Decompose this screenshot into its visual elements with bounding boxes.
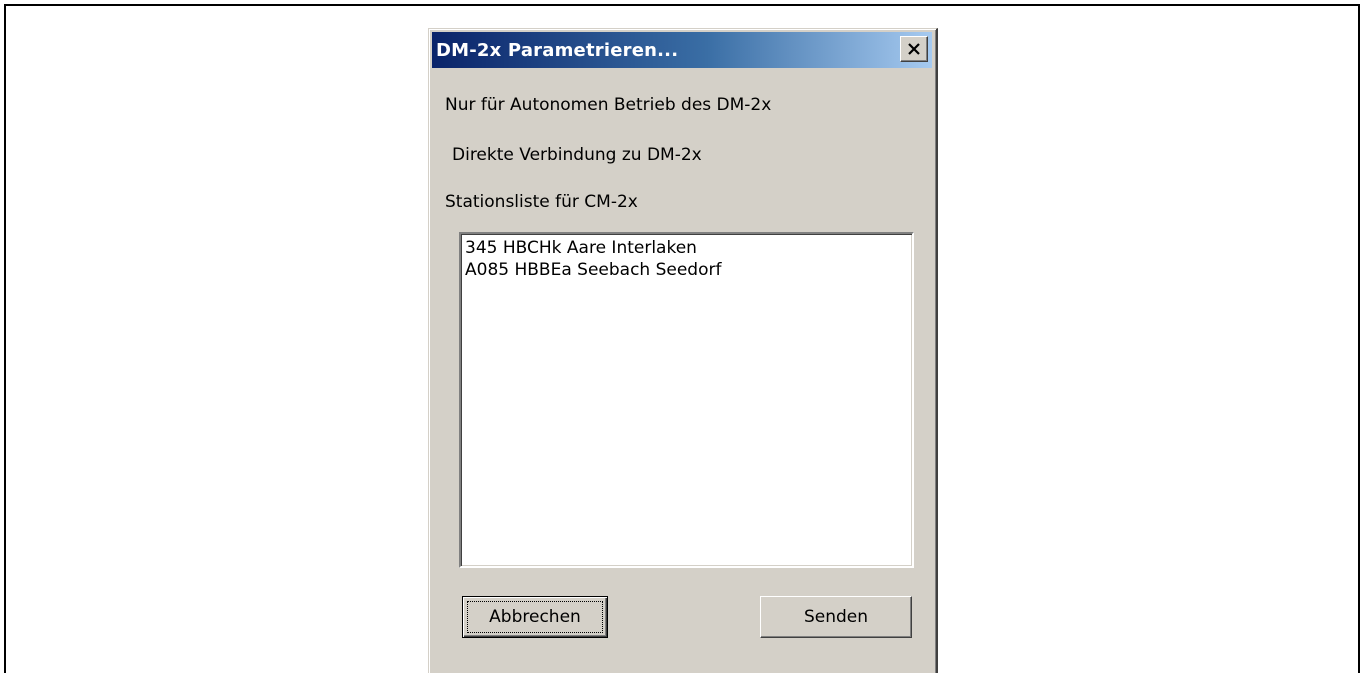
title-bar[interactable]: DM-2x Parametrieren... (432, 32, 932, 68)
close-icon (908, 43, 920, 55)
list-item[interactable]: 345 HBCHk Aare Interlaken (465, 237, 908, 259)
send-button[interactable]: Senden (760, 596, 912, 638)
station-list-label: Stationsliste für CM-2x (445, 192, 638, 212)
info-autonomous-label: Nur für Autonomen Betrieb des DM-2x (445, 95, 772, 115)
parametrieren-dialog: DM-2x Parametrieren... Nur für Autonomen… (428, 28, 938, 673)
dialog-title: DM-2x Parametrieren... (436, 39, 679, 61)
send-button-label: Senden (803, 607, 869, 627)
cancel-button[interactable]: Abbrechen (462, 596, 608, 638)
station-listbox[interactable]: 345 HBCHk Aare Interlaken A085 HBBEa See… (459, 232, 914, 568)
info-connection-label: Direkte Verbindung zu DM-2x (452, 145, 702, 165)
close-button[interactable] (900, 36, 928, 62)
cancel-button-label: Abbrechen (489, 607, 581, 627)
list-item[interactable]: A085 HBBEa Seebach Seedorf (465, 259, 908, 281)
